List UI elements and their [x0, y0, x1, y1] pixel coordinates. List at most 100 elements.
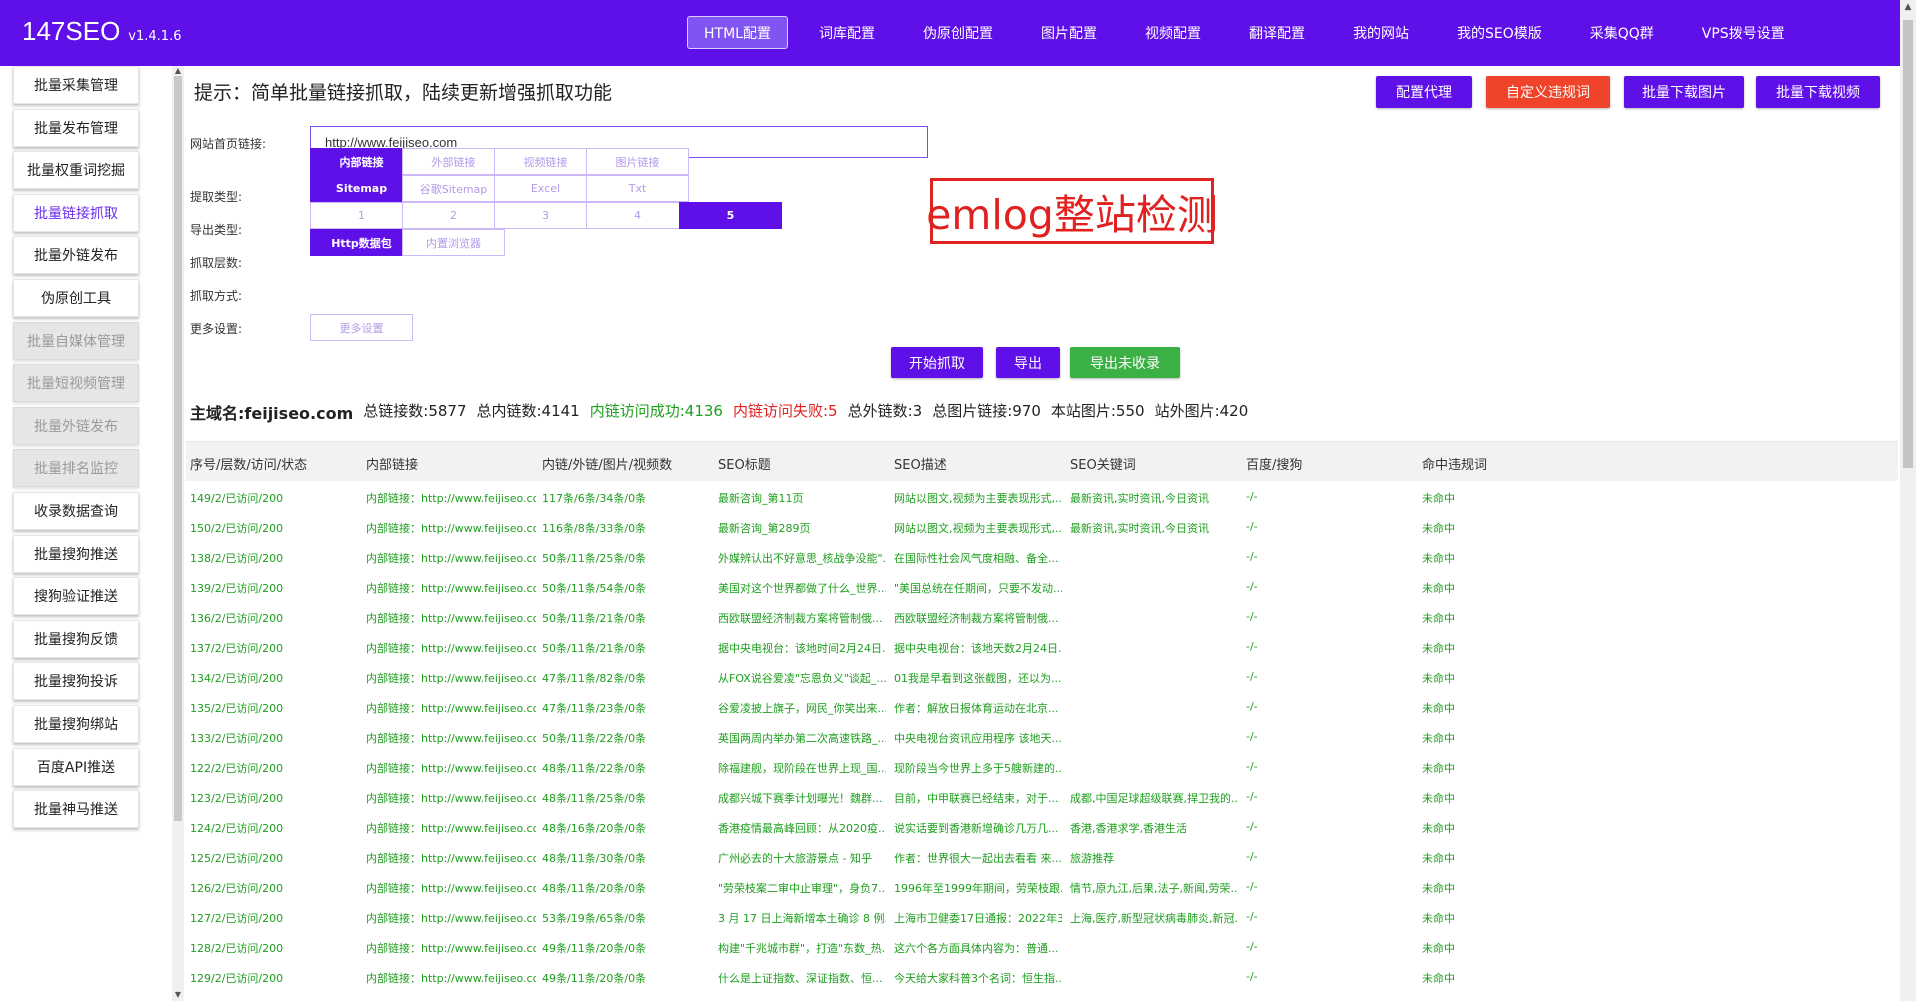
- export-type-option[interactable]: Sitemap: [310, 175, 413, 202]
- export-unindexed-button[interactable]: 导出未收录: [1070, 347, 1180, 378]
- table-cell: 未命中: [1422, 702, 1455, 715]
- more-settings-button[interactable]: 更多设置: [310, 314, 413, 341]
- top-nav-item[interactable]: 采集QQ群: [1573, 16, 1671, 49]
- top-nav-item[interactable]: HTML配置: [687, 16, 788, 49]
- table-cell: 126/2/已访问/200: [190, 882, 284, 895]
- column-header: 内链/外链/图片/视频数: [542, 458, 673, 473]
- sidebar-item[interactable]: 批量链接抓取: [13, 193, 139, 232]
- table-cell: 未命中: [1422, 942, 1455, 955]
- crawl-method-option[interactable]: 内置浏览器: [402, 229, 505, 256]
- table-cell: 50条/11条/21条/0条: [542, 642, 647, 655]
- table-cell: 未命中: [1422, 672, 1455, 685]
- table-row[interactable]: 139/2/已访问/200 内部链接：http://www.feijiseo.co…: [186, 571, 1898, 601]
- table-cell: 48条/11条/22条/0条: [542, 762, 647, 775]
- table-row[interactable]: 122/2/已访问/200 内部链接：http://www.feijiseo.co…: [186, 751, 1898, 781]
- sidebar-item[interactable]: 伪原创工具: [13, 279, 139, 317]
- custom-violation-words-button[interactable]: 自定义违规词: [1486, 76, 1610, 108]
- top-nav-item[interactable]: 我的网站: [1336, 16, 1426, 49]
- table-cell: 香港疫情最高峰回顾：从2020疫...: [718, 822, 886, 835]
- top-nav-item[interactable]: 翻译配置: [1232, 16, 1322, 49]
- extract-type-option[interactable]: 视频链接: [494, 148, 597, 175]
- table-cell: 139/2/已访问/200: [190, 582, 284, 595]
- table-cell: -/-: [1246, 610, 1258, 623]
- table-cell: 134/2/已访问/200: [190, 672, 284, 685]
- batch-download-images-button[interactable]: 批量下载图片: [1624, 76, 1744, 108]
- table-row[interactable]: 135/2/已访问/200 内部链接：http://www.feijiseo.co…: [186, 691, 1898, 721]
- sidebar-item[interactable]: 批量采集管理: [13, 66, 139, 104]
- sidebar-item[interactable]: 搜狗验证推送: [13, 577, 139, 616]
- sidebar-item[interactable]: 批量外链发布: [13, 236, 139, 275]
- table-cell: 内部链接：http://www.feijiseo.com/inde: [366, 762, 536, 775]
- crawl-depth-option[interactable]: 2: [402, 202, 505, 229]
- table-row[interactable]: 137/2/已访问/200 内部链接：http://www.feijiseo.co…: [186, 631, 1898, 661]
- sidebar-item[interactable]: 批量搜狗推送: [13, 534, 139, 573]
- table-cell: 除福建舰，现阶段在世界上现_国...: [718, 762, 886, 775]
- scroll-up-arrow-icon[interactable]: ▲: [172, 66, 184, 75]
- table-cell: 53条/19条/65条/0条: [542, 912, 647, 925]
- table-cell: 内部链接：http://www.feijiseo.com/inde: [366, 642, 536, 655]
- export-type-option[interactable]: 谷歌Sitemap: [402, 175, 505, 202]
- top-nav-item[interactable]: 词库配置: [802, 16, 892, 49]
- table-row[interactable]: 124/2/已访问/200 内部链接：http://www.feijiseo.co…: [186, 811, 1898, 841]
- scroll-up-arrow-icon[interactable]: ▲: [1900, 2, 1916, 12]
- table-row[interactable]: 129/2/已访问/200 内部链接：http://www.feijiseo.co…: [186, 961, 1898, 991]
- table-row[interactable]: 123/2/已访问/200 内部链接：http://www.feijiseo.co…: [186, 781, 1898, 811]
- table-row[interactable]: 128/2/已访问/200 内部链接：http://www.feijiseo.co…: [186, 931, 1898, 961]
- top-nav-item[interactable]: 图片配置: [1024, 16, 1114, 49]
- sidebar-item[interactable]: 批量发布管理: [13, 108, 139, 147]
- sidebar-item[interactable]: 百度API推送: [13, 747, 139, 786]
- crawl-depth-option[interactable]: 4: [586, 202, 689, 229]
- sidebar-item[interactable]: 批量搜狗绑站: [13, 705, 139, 743]
- export-button[interactable]: 导出: [996, 347, 1060, 378]
- table-row[interactable]: 136/2/已访问/200 内部链接：http://www.feijiseo.co…: [186, 601, 1898, 631]
- main-scroll-thumb[interactable]: [1903, 20, 1913, 468]
- table-cell: -/-: [1246, 640, 1258, 653]
- sidebar-scroll-thumb[interactable]: [174, 76, 182, 821]
- top-nav-item[interactable]: VPS拨号设置: [1685, 16, 1802, 49]
- start-crawl-button[interactable]: 开始抓取: [891, 347, 983, 378]
- crawl-depth-option[interactable]: 3: [494, 202, 597, 229]
- table-row[interactable]: 138/2/已访问/200 内部链接：http://www.feijiseo.co…: [186, 541, 1898, 571]
- main-scrollbar[interactable]: ▲: [1900, 0, 1916, 1001]
- table-cell: -/-: [1246, 970, 1258, 983]
- crawl-method-option[interactable]: Http数据包: [310, 229, 413, 256]
- top-nav-item[interactable]: 伪原创配置: [906, 16, 1010, 49]
- table-row[interactable]: 125/2/已访问/200 内部链接：http://www.feijiseo.co…: [186, 841, 1898, 871]
- table-row[interactable]: 149/2/已访问/200 内部链接：http://www.feijiseo.co…: [186, 481, 1898, 511]
- crawl-depth-option[interactable]: 5: [679, 202, 782, 229]
- sidebar-item[interactable]: 批量神马推送: [13, 790, 139, 829]
- table-cell: "美国总统在任期间，只要不发动...: [894, 582, 1062, 595]
- table-cell: 124/2/已访问/200: [190, 822, 284, 835]
- table-row[interactable]: 126/2/已访问/200 内部链接：http://www.feijiseo.co…: [186, 871, 1898, 901]
- table-cell: 情节,原九江,后果,法子,新闻,劳荣...: [1070, 882, 1238, 895]
- batch-download-videos-button[interactable]: 批量下载视频: [1756, 76, 1880, 108]
- extract-type-option[interactable]: 外部链接: [402, 148, 505, 175]
- top-nav-item[interactable]: 我的SEO模版: [1440, 16, 1559, 49]
- table-cell: 48条/16条/20条/0条: [542, 822, 647, 835]
- table-cell: -/-: [1246, 670, 1258, 683]
- proxy-config-button[interactable]: 配置代理: [1376, 76, 1472, 108]
- table-row[interactable]: 133/2/已访问/200 内部链接：http://www.feijiseo.co…: [186, 721, 1898, 751]
- scroll-down-arrow-icon[interactable]: ▼: [172, 990, 184, 999]
- sidebar-item[interactable]: 批量搜狗反馈: [13, 619, 139, 658]
- page-hint: 提示：简单批量链接抓取，陆续更新增强抓取功能: [194, 82, 613, 104]
- export-type-option[interactable]: Excel: [494, 175, 597, 202]
- sidebar-item[interactable]: 批量权重词挖掘: [13, 151, 139, 190]
- export-type-option[interactable]: Txt: [586, 175, 689, 202]
- table-row[interactable]: 127/2/已访问/200 内部链接：http://www.feijiseo.co…: [186, 901, 1898, 931]
- column-header: SEO标题: [718, 458, 771, 473]
- table-row[interactable]: 134/2/已访问/200 内部链接：http://www.feijiseo.co…: [186, 661, 1898, 691]
- crawl-depth-option[interactable]: 1: [310, 202, 413, 229]
- sidebar-item[interactable]: 收录数据查询: [13, 492, 139, 530]
- sidebar-scrollbar[interactable]: ▲ ▼: [172, 66, 184, 1001]
- table-cell: 137/2/已访问/200: [190, 642, 284, 655]
- table-cell: 136/2/已访问/200: [190, 612, 284, 625]
- sidebar-item[interactable]: 批量搜狗投诉: [13, 662, 139, 701]
- table-cell: 网站以图文,视频为主要表现形式,...: [894, 492, 1062, 505]
- table-cell: 目前，中甲联赛已经结束，对于...: [894, 792, 1059, 805]
- top-nav-item[interactable]: 视频配置: [1128, 16, 1218, 49]
- table-row[interactable]: 150/2/已访问/200 内部链接：http://www.feijiseo.co…: [186, 511, 1898, 541]
- table-cell: 内部链接：http://www.feijiseo.com/inde: [366, 792, 536, 805]
- extract-type-option[interactable]: 内部链接: [310, 148, 413, 175]
- extract-type-option[interactable]: 图片链接: [586, 148, 689, 175]
